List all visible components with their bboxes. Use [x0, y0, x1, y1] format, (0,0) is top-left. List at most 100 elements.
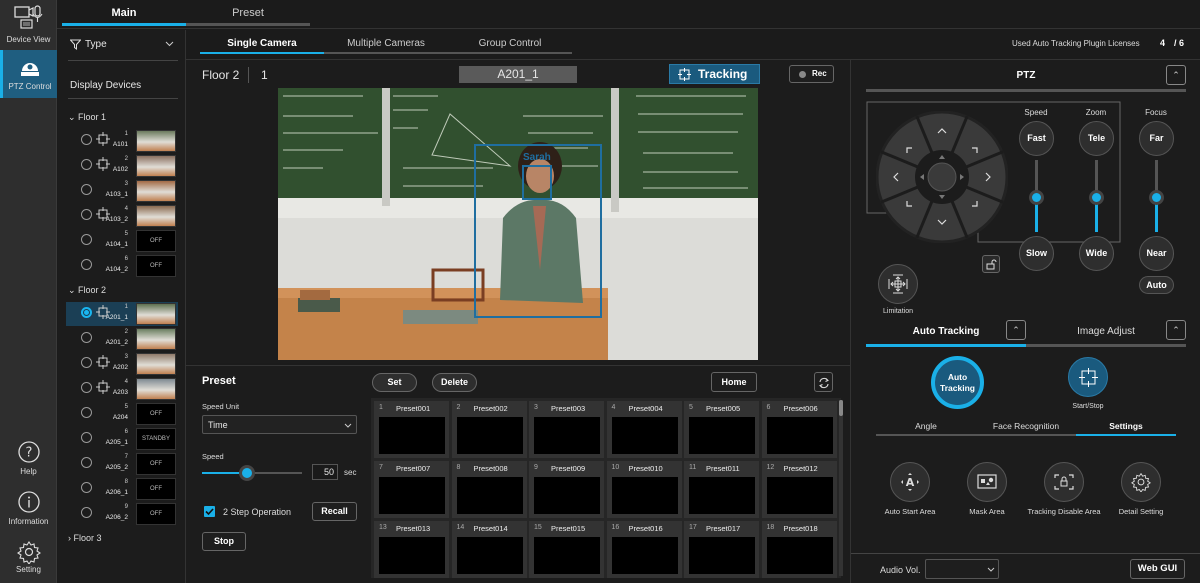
device-item[interactable]: 1 A101 — [66, 129, 178, 153]
preset-item[interactable]: 10 Preset010 — [606, 461, 682, 518]
preset-item[interactable]: 14 Preset014 — [451, 521, 527, 578]
preset-item[interactable]: 9 Preset009 — [529, 461, 604, 518]
focus-far-button[interactable]: Far — [1139, 121, 1174, 156]
tab-angle[interactable]: Angle — [876, 421, 976, 431]
device-item[interactable]: 5 A204 OFF — [66, 402, 178, 426]
home-button[interactable]: Home — [711, 372, 757, 392]
stop-button[interactable]: Stop — [202, 532, 246, 551]
recall-button[interactable]: Recall — [312, 502, 357, 521]
rec-button[interactable]: Rec — [789, 65, 834, 83]
zoom-wide-button[interactable]: Wide — [1079, 236, 1114, 271]
device-item[interactable]: 6 A104_2 OFF — [66, 254, 178, 278]
device-item[interactable]: 4 A203 — [66, 377, 178, 401]
tab-single-camera[interactable]: Single Camera — [200, 34, 324, 54]
tab-settings[interactable]: Settings — [1076, 421, 1176, 431]
set-button[interactable]: Set — [372, 373, 417, 392]
preset-item[interactable]: 12 Preset012 — [761, 461, 837, 518]
device-radio[interactable] — [81, 259, 92, 270]
device-radio[interactable] — [81, 134, 92, 145]
focus-auto-button[interactable]: Auto — [1139, 276, 1174, 294]
camera-video-feed[interactable]: Sarah — [278, 88, 758, 360]
device-item[interactable]: 2 A102 — [66, 154, 178, 178]
nav-ptz-control[interactable]: PTZ Control — [0, 50, 57, 98]
pan-tilt-pad[interactable] — [876, 111, 1008, 243]
refresh-button[interactable] — [814, 372, 833, 392]
device-radio[interactable] — [81, 382, 92, 393]
focus-vertical-slider[interactable] — [1149, 160, 1164, 232]
speed-slider-handle[interactable] — [239, 465, 255, 481]
preset-item[interactable]: 16 Preset016 — [606, 521, 682, 578]
lock-button[interactable] — [982, 255, 1000, 273]
preset-scrollbar-thumb[interactable] — [839, 400, 843, 416]
speed-vertical-slider[interactable] — [1029, 160, 1044, 232]
device-item[interactable]: 1 A201_1 — [66, 302, 178, 326]
nav-setting[interactable]: Setting — [0, 540, 57, 582]
device-item[interactable]: 9 A206_2 OFF — [66, 502, 178, 526]
auto-tracking-button[interactable]: Auto Tracking — [931, 356, 984, 409]
tracking-disable-area-button[interactable] — [1044, 462, 1084, 502]
device-radio[interactable] — [81, 482, 92, 493]
two-step-checkbox[interactable] — [204, 506, 215, 517]
nav-information[interactable]: Information — [0, 490, 57, 532]
speed-slider[interactable] — [202, 465, 302, 481]
type-filter[interactable]: Type — [68, 38, 178, 54]
tab-group-control[interactable]: Group Control — [448, 34, 572, 54]
focus-near-button[interactable]: Near — [1139, 236, 1174, 271]
preset-item[interactable]: 1 Preset001 — [374, 401, 449, 458]
device-item[interactable]: 6 A205_1 STANDBY — [66, 427, 178, 451]
tab-multiple-cameras[interactable]: Multiple Cameras — [324, 34, 448, 54]
device-radio[interactable] — [81, 184, 92, 195]
mask-area-button[interactable] — [967, 462, 1007, 502]
tab-auto-tracking[interactable]: Auto Tracking — [866, 326, 1026, 337]
nav-help[interactable]: ? Help — [0, 440, 57, 482]
preset-item[interactable]: 7 Preset007 — [374, 461, 449, 518]
device-item[interactable]: 3 A202 — [66, 352, 178, 376]
floor-header[interactable]: › Floor 3 — [68, 533, 102, 543]
device-item[interactable]: 4 A103_2 — [66, 204, 178, 228]
preset-scrollbar-track[interactable] — [839, 400, 843, 576]
image-adjust-collapse-button[interactable]: ⌃ — [1166, 320, 1186, 340]
auto-start-area-button[interactable]: A — [890, 462, 930, 502]
speed-value-input[interactable]: 50 — [312, 464, 338, 480]
tracking-status-button[interactable]: Tracking — [669, 64, 760, 84]
device-radio[interactable] — [81, 209, 92, 220]
device-radio[interactable] — [81, 159, 92, 170]
nav-device-view[interactable]: Device View — [0, 4, 57, 48]
zoom-vertical-handle[interactable] — [1089, 190, 1104, 205]
zoom-vertical-slider[interactable] — [1089, 160, 1104, 232]
preset-item[interactable]: 18 Preset018 — [761, 521, 837, 578]
speed-slow-button[interactable]: Slow — [1019, 236, 1054, 271]
preset-item[interactable]: 6 Preset006 — [761, 401, 837, 458]
preset-item[interactable]: 3 Preset003 — [529, 401, 604, 458]
tab-image-adjust[interactable]: Image Adjust — [1026, 326, 1186, 337]
device-item[interactable]: 7 A205_2 OFF — [66, 452, 178, 476]
web-gui-button[interactable]: Web GUI — [1130, 559, 1185, 579]
audio-vol-select[interactable] — [925, 559, 999, 579]
floor-header[interactable]: ⌄ Floor 1 — [68, 112, 106, 123]
speed-fast-button[interactable]: Fast — [1019, 121, 1054, 156]
device-radio[interactable] — [81, 332, 92, 343]
focus-vertical-handle[interactable] — [1149, 190, 1164, 205]
detail-setting-button[interactable] — [1121, 462, 1161, 502]
preset-item[interactable]: 8 Preset008 — [451, 461, 527, 518]
preset-item[interactable]: 11 Preset011 — [684, 461, 759, 518]
speed-unit-select[interactable]: Time — [202, 415, 357, 434]
preset-item[interactable]: 15 Preset015 — [529, 521, 604, 578]
device-radio[interactable] — [81, 407, 92, 418]
preset-item[interactable]: 2 Preset002 — [451, 401, 527, 458]
zoom-tele-button[interactable]: Tele — [1079, 121, 1114, 156]
device-item[interactable]: 8 A206_1 OFF — [66, 477, 178, 501]
device-radio[interactable] — [81, 234, 92, 245]
delete-button[interactable]: Delete — [432, 373, 477, 392]
device-radio[interactable] — [81, 357, 92, 368]
device-radio[interactable] — [81, 307, 92, 318]
auto-tracking-collapse-button[interactable]: ⌃ — [1006, 320, 1026, 340]
device-radio[interactable] — [81, 432, 92, 443]
start-stop-button[interactable] — [1068, 357, 1108, 397]
preset-item[interactable]: 5 Preset005 — [684, 401, 759, 458]
tab-face-recognition[interactable]: Face Recognition — [976, 421, 1076, 431]
device-radio[interactable] — [81, 457, 92, 468]
preset-item[interactable]: 17 Preset017 — [684, 521, 759, 578]
device-item[interactable]: 3 A103_1 — [66, 179, 178, 203]
device-item[interactable]: 2 A201_2 — [66, 327, 178, 351]
